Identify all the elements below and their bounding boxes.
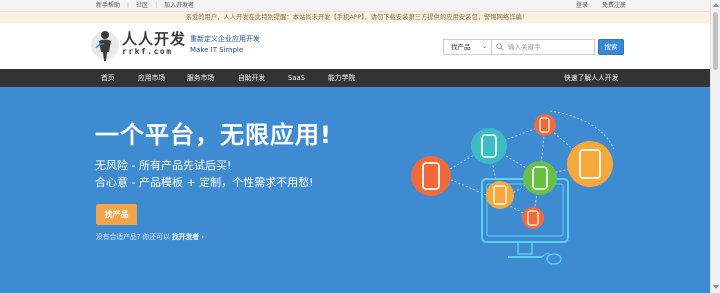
join-developer-link[interactable]: 加入开发者	[164, 2, 194, 10]
phone-bubble-orange	[486, 181, 514, 209]
scrollbar-thumb[interactable]	[713, 12, 718, 70]
phone-bubble-teal	[471, 128, 507, 164]
phone-bubble-small-red	[534, 114, 556, 136]
page-scrollbar[interactable]	[710, 0, 720, 293]
slogan-en: Make IT Simple	[190, 46, 244, 54]
hero-title: 一个平台，无限应用!	[95, 121, 332, 149]
devices-network-illustration	[411, 110, 615, 265]
topbar-separator: |	[127, 2, 130, 9]
topbar-left-links: 新手帮助 | 社区 | 加入开发者	[96, 2, 194, 10]
find-product-button[interactable]: 找产品	[96, 204, 137, 225]
phone-bubble-small-orange	[522, 207, 544, 229]
hero-banner: 一个平台，无限应用! 无风险 - 所有产品先试后买! 合心意 - 产品模板 + …	[0, 87, 710, 293]
security-notice: 亲爱的用户，人人开发在此特别提醒：本站尚未开发【手机APP】，请勿下载安装第三方…	[0, 12, 710, 23]
topbar-separator: |	[155, 2, 158, 9]
scroll-down-arrow-icon[interactable]	[713, 285, 719, 289]
nav-item-academy[interactable]: 能力学院	[328, 69, 355, 87]
slogan: 重新定义企业应用开发 Make IT Simple	[190, 34, 260, 56]
nav-item-saas[interactable]: SaaS	[288, 69, 305, 87]
search-input[interactable]: 输入关键字	[491, 39, 595, 55]
register-link[interactable]: 免费注册	[602, 2, 626, 10]
community-link[interactable]: 社区	[136, 2, 148, 10]
search-placeholder: 输入关键字	[508, 43, 541, 51]
site-header: 人人开发 rrkf.com 重新定义企业应用开发 Make IT Simple …	[0, 23, 710, 69]
brand[interactable]: 人人开发 rrkf.com	[122, 31, 186, 57]
phone-bubble-orange-large	[567, 141, 613, 187]
scroll-up-arrow-icon[interactable]	[713, 3, 719, 7]
phone-bubble-red	[411, 156, 451, 196]
find-developer-link[interactable]: 找开发者	[172, 233, 199, 241]
nav-item-quick-intro[interactable]: 快速了解人人开发	[564, 69, 618, 87]
hero-developer-prompt: 没有合适产品? 你还可以 找开发者 ›	[96, 232, 204, 242]
phone-bubble-green	[523, 161, 557, 195]
search-category-value: 找产品	[451, 43, 471, 51]
hero-sub-text: 没有合适产品? 你还可以	[96, 233, 172, 241]
nav-item-service-market[interactable]: 服务市场	[187, 69, 214, 87]
hero-line-custom: 合心意 - 产品模板 + 定制，个性需求不用愁!	[95, 176, 314, 189]
person-silhouette-logo-icon[interactable]	[90, 28, 120, 62]
magnifier-icon	[496, 43, 504, 51]
brand-domain: rrkf.com	[122, 47, 173, 56]
login-link[interactable]: 登录	[576, 2, 588, 10]
brand-name: 人人开发	[122, 30, 187, 48]
help-link[interactable]: 新手帮助	[96, 2, 120, 10]
main-nav: 首页 应用市场 服务市场 自助开发 SaaS 能力学院 快速了解人人开发	[0, 69, 710, 87]
top-utility-bar: 新手帮助 | 社区 | 加入开发者 登录 免费注册	[0, 0, 710, 12]
hero-line-no-risk: 无风险 - 所有产品先试后买!	[95, 159, 232, 172]
nav-item-app-market[interactable]: 应用市场	[138, 69, 165, 87]
search-button[interactable]: 搜索	[598, 39, 624, 55]
topbar-right-links: 登录 免费注册	[562, 2, 626, 10]
nav-item-home[interactable]: 首页	[101, 69, 115, 87]
search-bar: 找产品 ⌄ 输入关键字 搜索	[443, 39, 624, 55]
search-category-select[interactable]: 找产品 ⌄	[443, 39, 491, 55]
chevron-down-icon: ⌄	[481, 43, 487, 50]
nav-item-self-dev[interactable]: 自助开发	[238, 69, 265, 87]
chevron-right-icon: ›	[201, 233, 205, 241]
slogan-cn: 重新定义企业应用开发	[190, 35, 260, 43]
